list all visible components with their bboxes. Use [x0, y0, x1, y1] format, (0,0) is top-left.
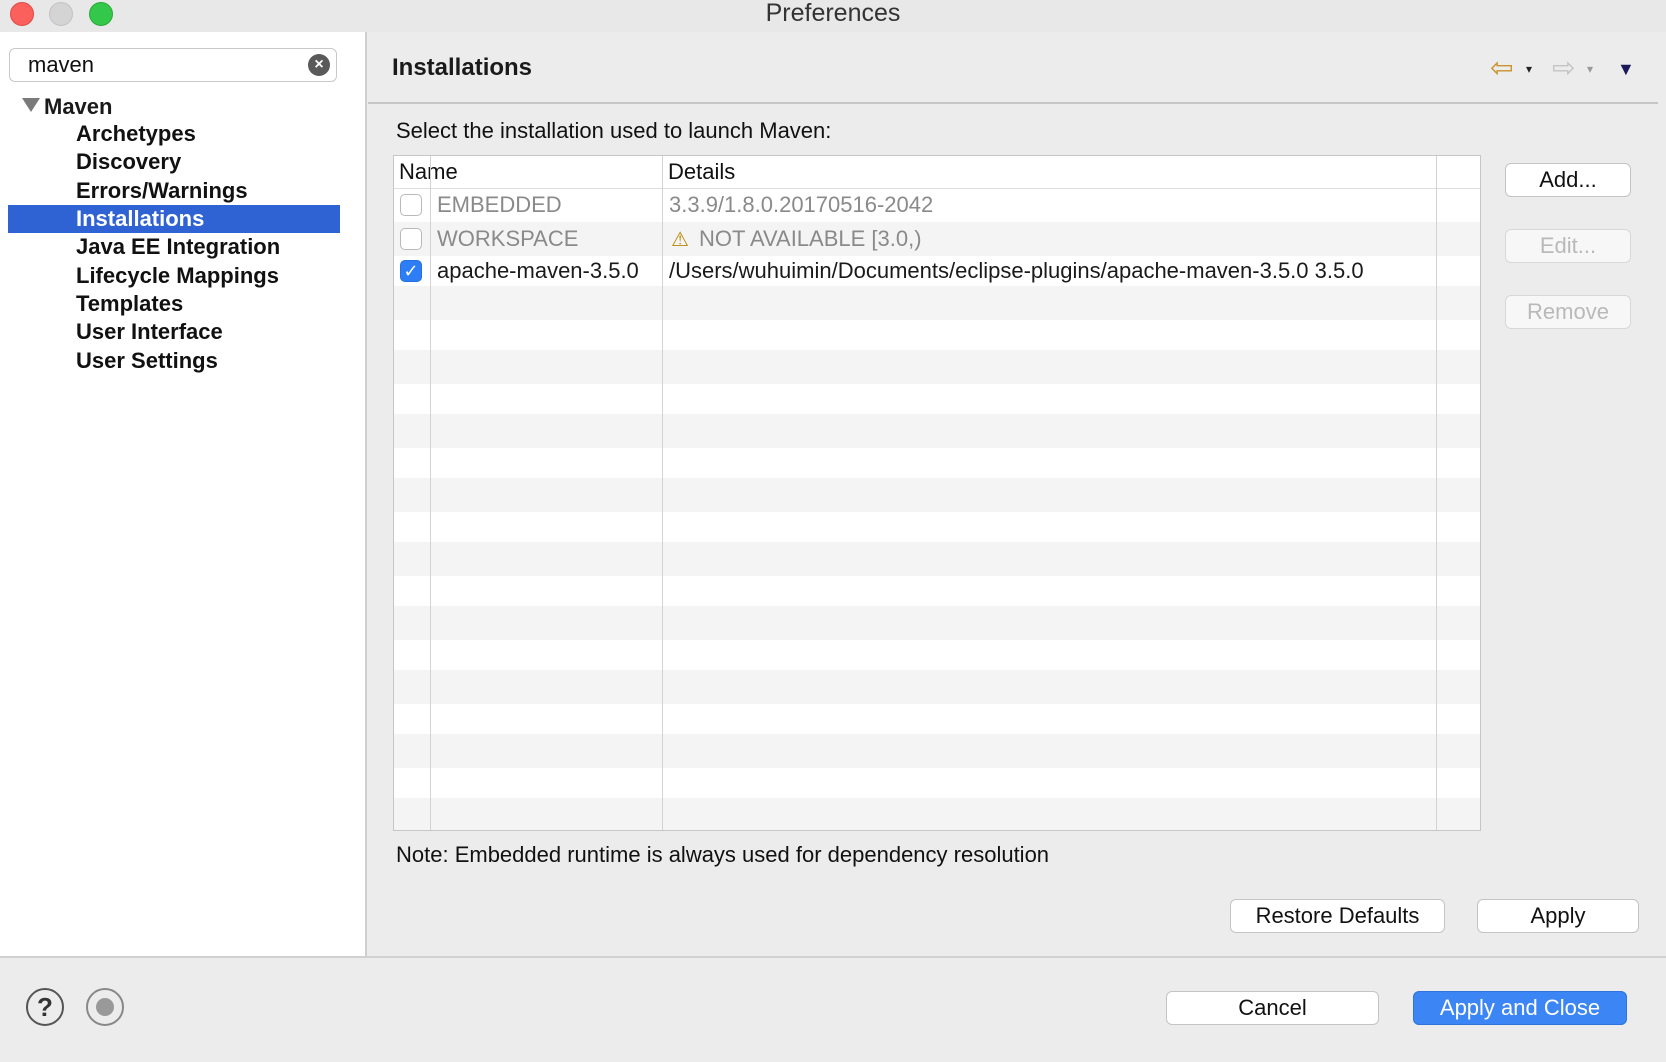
- tree-item-discovery[interactable]: Discovery: [8, 148, 340, 176]
- expand-triangle-icon[interactable]: [22, 98, 40, 113]
- row-details: NOT AVAILABLE [3.0,): [699, 226, 922, 251]
- tree-node-label: Maven: [44, 94, 113, 119]
- row-checkbox[interactable]: [400, 228, 422, 250]
- tree-node-maven[interactable]: Maven: [22, 92, 112, 122]
- window-title: Preferences: [765, 0, 901, 27]
- edit-button[interactable]: Edit...: [1505, 229, 1631, 263]
- tree-item-archetypes[interactable]: Archetypes: [8, 120, 340, 148]
- column-header-details[interactable]: Details: [668, 156, 735, 188]
- checkmark-icon: ✓: [403, 261, 419, 281]
- table-row-stripe: [394, 478, 1480, 512]
- installations-table: Name Details EMBEDDED 3.3.9/1.8.0.201705…: [393, 155, 1481, 831]
- tree-item-installations[interactable]: Installations: [8, 205, 340, 233]
- apply-and-close-button[interactable]: Apply and Close: [1413, 991, 1627, 1025]
- table-row-stripe: [394, 542, 1480, 576]
- tree-item-lifecycle-mappings[interactable]: Lifecycle Mappings: [8, 262, 340, 290]
- table-row-stripe: [394, 734, 1480, 768]
- tree-item-errors-warnings[interactable]: Errors/Warnings: [8, 177, 340, 205]
- help-icon[interactable]: ?: [26, 988, 64, 1026]
- clear-filter-icon[interactable]: ×: [308, 54, 330, 76]
- table-row-embedded[interactable]: EMBEDDED 3.3.9/1.8.0.20170516-2042: [394, 188, 1480, 222]
- tree-item-user-interface[interactable]: User Interface: [8, 318, 340, 346]
- title-bar: Preferences: [0, 0, 1666, 32]
- record-dot: [96, 998, 114, 1016]
- row-checkbox[interactable]: [400, 194, 422, 216]
- page-title: Installations: [392, 54, 533, 81]
- row-details-cell: ⚠ NOT AVAILABLE [3.0,): [669, 222, 922, 256]
- table-row-stripe: [394, 414, 1480, 448]
- cancel-button[interactable]: Cancel: [1166, 991, 1379, 1025]
- row-details: 3.3.9/1.8.0.20170516-2042: [669, 192, 934, 217]
- import-export-icon[interactable]: [86, 988, 124, 1026]
- row-name: apache-maven-3.5.0: [437, 258, 639, 283]
- warning-icon: ⚠: [671, 229, 689, 251]
- column-header-name[interactable]: Name: [399, 156, 458, 188]
- row-name: WORKSPACE: [437, 226, 579, 251]
- filter-box: ×: [9, 48, 337, 82]
- forward-arrow-icon[interactable]: ⇨: [1552, 54, 1575, 82]
- restore-defaults-button[interactable]: Restore Defaults: [1230, 899, 1445, 933]
- view-menu-icon[interactable]: ▼: [1617, 54, 1635, 82]
- table-row-stripe: [394, 798, 1480, 830]
- tree-item-user-settings[interactable]: User Settings: [8, 347, 340, 375]
- tree-item-java-ee-integration[interactable]: Java EE Integration: [8, 233, 340, 261]
- preferences-sidebar: × Maven Archetypes Discovery Errors/Warn…: [0, 32, 367, 956]
- table-header: Name Details: [394, 156, 1480, 189]
- tree-item-templates[interactable]: Templates: [8, 290, 340, 318]
- forward-dropdown-icon[interactable]: ▾: [1587, 54, 1593, 82]
- row-details: /Users/wuhuimin/Documents/eclipse-plugin…: [669, 258, 1364, 283]
- add-button[interactable]: Add...: [1505, 163, 1631, 197]
- instruction-label: Select the installation used to launch M…: [396, 118, 832, 143]
- back-arrow-icon[interactable]: ⇦: [1490, 54, 1513, 82]
- table-row-stripe: [394, 350, 1480, 384]
- table-row-stripe: [394, 606, 1480, 640]
- footer-divider: [0, 956, 1666, 958]
- filter-input[interactable]: [28, 53, 298, 77]
- header-divider: [368, 102, 1658, 104]
- table-row-workspace[interactable]: WORKSPACE ⚠ NOT AVAILABLE [3.0,): [394, 222, 1480, 256]
- back-dropdown-icon[interactable]: ▾: [1526, 54, 1532, 82]
- table-row-stripe: [394, 286, 1480, 320]
- table-row-stripe: [394, 670, 1480, 704]
- note-label: Note: Embedded runtime is always used fo…: [396, 842, 1050, 867]
- remove-button[interactable]: Remove: [1505, 295, 1631, 329]
- row-checkbox-checked[interactable]: ✓: [400, 260, 422, 282]
- row-name: EMBEDDED: [437, 192, 562, 217]
- table-row-apache-maven[interactable]: ✓ apache-maven-3.5.0 /Users/wuhuimin/Doc…: [394, 254, 1480, 288]
- apply-button[interactable]: Apply: [1477, 899, 1639, 933]
